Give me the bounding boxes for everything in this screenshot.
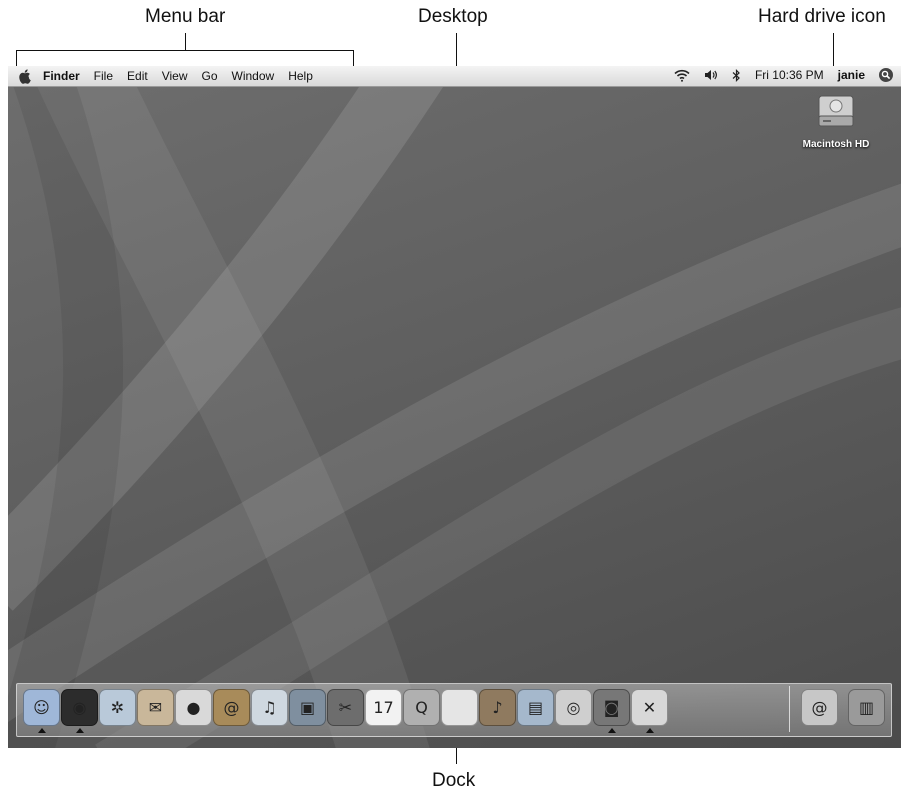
running-indicator <box>76 728 84 733</box>
ical-glyph: 17 <box>373 698 394 717</box>
dashboard-icon[interactable]: ◉ <box>61 689 98 733</box>
itunes-glyph: ♫ <box>262 698 277 717</box>
dock: ☺ ◉ ✲ ✉ ● @ ♫ ▣ ✂ 17 Q ♪ ▤ ◎ ◙ ✕ @ ▥ <box>16 683 892 737</box>
hard-drive-label: Macintosh HD <box>802 139 870 150</box>
hard-drive-callout: Hard drive icon <box>758 6 886 27</box>
hard-drive-icon[interactable] <box>815 92 857 132</box>
quicktime-glyph: Q <box>415 698 428 717</box>
mail-stack-icon[interactable]: @ <box>801 689 838 726</box>
volume-icon[interactable] <box>704 69 718 81</box>
menu-view[interactable]: View <box>155 68 195 84</box>
desktop-wallpaper[interactable] <box>8 66 901 748</box>
address-book-glyph: @ <box>223 698 240 717</box>
quicktime-icon[interactable]: Q <box>403 689 440 726</box>
menu-edit[interactable]: Edit <box>120 68 155 84</box>
ical-icon[interactable]: 17 <box>365 689 402 726</box>
system-preferences-icon[interactable] <box>441 689 478 726</box>
apple-icon[interactable] <box>18 68 32 84</box>
dock-callout-line <box>456 748 457 764</box>
garageband-glyph: ♪ <box>492 698 503 717</box>
trash-glyph: ▥ <box>858 698 875 717</box>
system-preferences-glyph <box>442 690 477 725</box>
finder-glyph: ☺ <box>33 698 50 717</box>
safari-icon[interactable]: ✲ <box>99 689 136 726</box>
utilities-icon[interactable]: ✕ <box>631 689 668 733</box>
wifi-icon[interactable] <box>674 69 690 82</box>
photo-booth-glyph: ◙ <box>603 698 620 717</box>
spotlight-icon[interactable] <box>879 68 893 82</box>
utilities-glyph: ✕ <box>642 698 657 717</box>
iphoto-glyph: ▣ <box>299 698 316 717</box>
macintosh-hd-desktop-item[interactable]: Macintosh HD <box>790 92 882 150</box>
running-indicator <box>38 728 46 733</box>
ichat-icon[interactable]: ● <box>175 689 212 726</box>
menubar-clock[interactable]: Fri 10:36 PM <box>755 68 824 82</box>
menu-go[interactable]: Go <box>195 68 225 84</box>
imovie-glyph: ✂ <box>338 698 353 717</box>
running-indicator <box>608 728 616 733</box>
garageband-icon[interactable]: ♪ <box>479 689 516 726</box>
dashboard-glyph: ◉ <box>72 698 87 717</box>
menu-help[interactable]: Help <box>281 68 320 84</box>
ichat-glyph: ● <box>186 698 201 717</box>
imovie-icon[interactable]: ✂ <box>327 689 364 726</box>
iphoto-icon[interactable]: ▣ <box>289 689 326 726</box>
desktop-callout: Desktop <box>418 6 488 27</box>
menu-bar-bracket <box>16 50 354 51</box>
dock-stacks: @ ▥ <box>801 689 885 726</box>
menu-bar: Finder File Edit View Go Window Help Fri… <box>8 66 901 87</box>
itunes-icon[interactable]: ♫ <box>251 689 288 726</box>
menu-finder[interactable]: Finder <box>36 68 87 84</box>
preview-icon[interactable]: ▤ <box>517 689 554 726</box>
dvd-player-icon[interactable]: ◎ <box>555 689 592 726</box>
menu-file[interactable]: File <box>87 68 120 84</box>
menu-window[interactable]: Window <box>225 68 282 84</box>
menubar-user[interactable]: janie <box>838 68 865 82</box>
dock-apps: ☺ ◉ ✲ ✉ ● @ ♫ ▣ ✂ 17 Q ♪ ▤ ◎ ◙ ✕ <box>23 689 668 733</box>
dvd-player-glyph: ◎ <box>566 698 581 717</box>
running-indicator <box>646 728 654 733</box>
menu-bar-callout: Menu bar <box>145 6 226 27</box>
mail-icon[interactable]: ✉ <box>137 689 174 726</box>
mail-glyph: ✉ <box>148 698 163 717</box>
bluetooth-icon[interactable] <box>732 68 741 82</box>
screen: Finder File Edit View Go Window Help Fri… <box>8 66 901 748</box>
photo-booth-icon[interactable]: ◙ <box>593 689 630 733</box>
menu-bar-callout-line <box>185 33 186 50</box>
address-book-icon[interactable]: @ <box>213 689 250 726</box>
safari-glyph: ✲ <box>110 698 125 717</box>
dock-callout: Dock <box>432 770 476 791</box>
finder-icon[interactable]: ☺ <box>23 689 60 733</box>
preview-glyph: ▤ <box>527 698 544 717</box>
dock-separator <box>789 686 790 732</box>
trash-icon[interactable]: ▥ <box>848 689 885 726</box>
mail-stack-glyph: @ <box>811 698 828 717</box>
